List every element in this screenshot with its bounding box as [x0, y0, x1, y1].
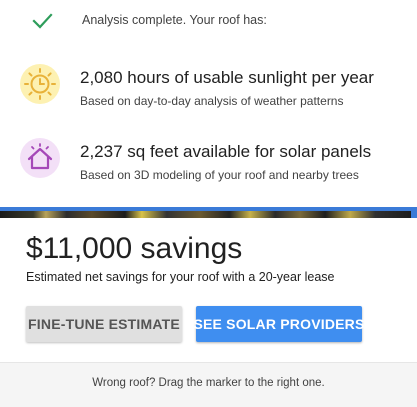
check-icon: [30, 10, 54, 32]
roof-area-title: 2,237 sq feet available for solar panels: [80, 142, 372, 161]
roof-area-feature: 2,237 sq feet available for solar panels…: [0, 130, 417, 194]
footer-hint: Wrong roof? Drag the marker to the right…: [92, 377, 325, 389]
sun-icon: [18, 62, 62, 106]
divider-line: [0, 207, 417, 211]
analysis-card: Analysis complete. Your roof has: 2,080 …: [0, 0, 417, 208]
house-icon: [18, 136, 62, 180]
sunlight-title: 2,080 hours of usable sunlight per year: [80, 68, 374, 87]
fine-tune-estimate-button[interactable]: FINE-TUNE ESTIMATE: [26, 306, 182, 342]
roof-area-subtitle: Based on 3D modeling of your roof and ne…: [80, 168, 359, 182]
status-text: Analysis complete. Your roof has:: [82, 13, 267, 27]
see-solar-providers-button[interactable]: SEE SOLAR PROVIDERS: [193, 306, 364, 342]
savings-panel: $11,000 savings Estimated net savings fo…: [0, 218, 417, 362]
sunlight-subtitle: Based on day-to-day analysis of weather …: [80, 94, 344, 108]
sunlight-feature: 2,080 hours of usable sunlight per year …: [0, 56, 417, 120]
savings-subtitle: Estimated net savings for your roof with…: [26, 270, 335, 284]
footer: Wrong roof? Drag the marker to the right…: [0, 362, 417, 407]
savings-amount: $11,000 savings: [26, 232, 243, 265]
status-row: Analysis complete. Your roof has:: [0, 0, 417, 42]
